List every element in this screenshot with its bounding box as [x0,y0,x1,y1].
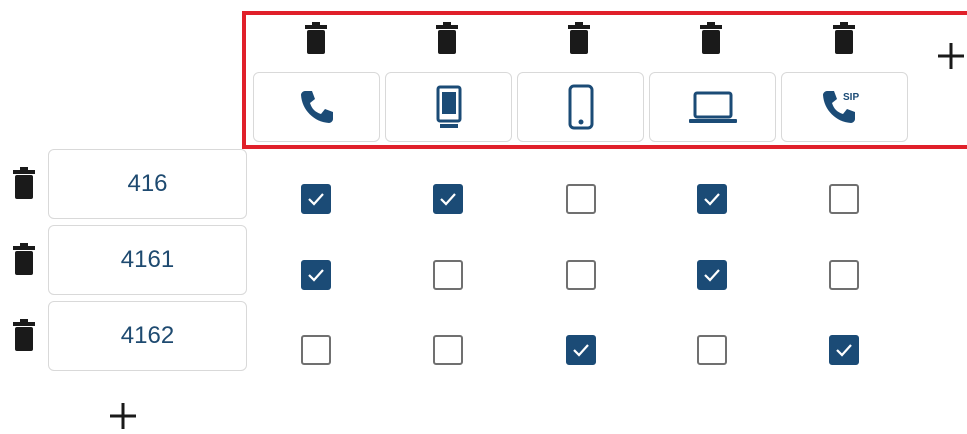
checkbox-row-1-col-4[interactable] [697,184,727,214]
plus-icon [938,43,964,69]
device-column-mobile[interactable] [517,72,644,142]
checkmark-icon [704,269,720,282]
mobile-icon [568,84,593,130]
plus-icon [110,403,136,429]
number-field-1[interactable]: 416 [48,149,247,219]
checkbox-row-1-col-5[interactable] [829,184,859,214]
delete-column-4-trash-icon[interactable] [698,20,724,56]
number-value: 4161 [120,246,175,273]
checkbox-row-3-col-4[interactable] [697,335,727,365]
number-value: 416 [127,170,168,197]
checkbox-row-2-col-3[interactable] [566,260,596,290]
checkbox-row-2-col-1[interactable] [301,260,331,290]
add-column-button[interactable] [933,38,967,74]
laptop-icon [688,91,737,123]
checkmark-icon [308,193,324,206]
checkbox-row-2-col-4[interactable] [697,260,727,290]
device-column-phone[interactable] [253,72,380,142]
number-value: 4162 [120,322,175,349]
delete-column-5-trash-icon[interactable] [831,20,857,56]
device-column-desk-phone[interactable] [385,72,512,142]
number-field-2[interactable]: 4161 [48,225,247,295]
delete-row-1-trash-icon[interactable] [11,165,37,201]
checkmark-icon [836,344,852,357]
checkmark-icon [573,344,589,357]
checkbox-row-3-col-5[interactable] [829,335,859,365]
desk-phone-icon [436,85,461,128]
delete-row-3-trash-icon[interactable] [11,317,37,353]
sip-badge: SIP [843,92,859,103]
add-row-button[interactable] [105,398,141,434]
checkbox-row-2-col-2[interactable] [433,260,463,290]
number-field-3[interactable]: 4162 [48,301,247,371]
delete-row-2-trash-icon[interactable] [11,241,37,277]
delete-column-1-trash-icon[interactable] [303,20,329,56]
checkmark-icon [704,193,720,206]
checkmark-icon [440,193,456,206]
checkbox-row-3-col-3[interactable] [566,335,596,365]
checkmark-icon [308,269,324,282]
phone-icon [300,91,333,123]
checkbox-row-1-col-2[interactable] [433,184,463,214]
checkbox-row-2-col-5[interactable] [829,260,859,290]
checkbox-row-1-col-3[interactable] [566,184,596,214]
checkbox-row-3-col-1[interactable] [301,335,331,365]
delete-column-3-trash-icon[interactable] [566,20,592,56]
checkbox-row-3-col-2[interactable] [433,335,463,365]
device-column-laptop[interactable] [649,72,776,142]
delete-column-2-trash-icon[interactable] [434,20,460,56]
checkbox-row-1-col-1[interactable] [301,184,331,214]
sip-phone-icon: SIP [822,91,859,123]
device-column-sip-phone[interactable]: SIP [781,72,908,142]
